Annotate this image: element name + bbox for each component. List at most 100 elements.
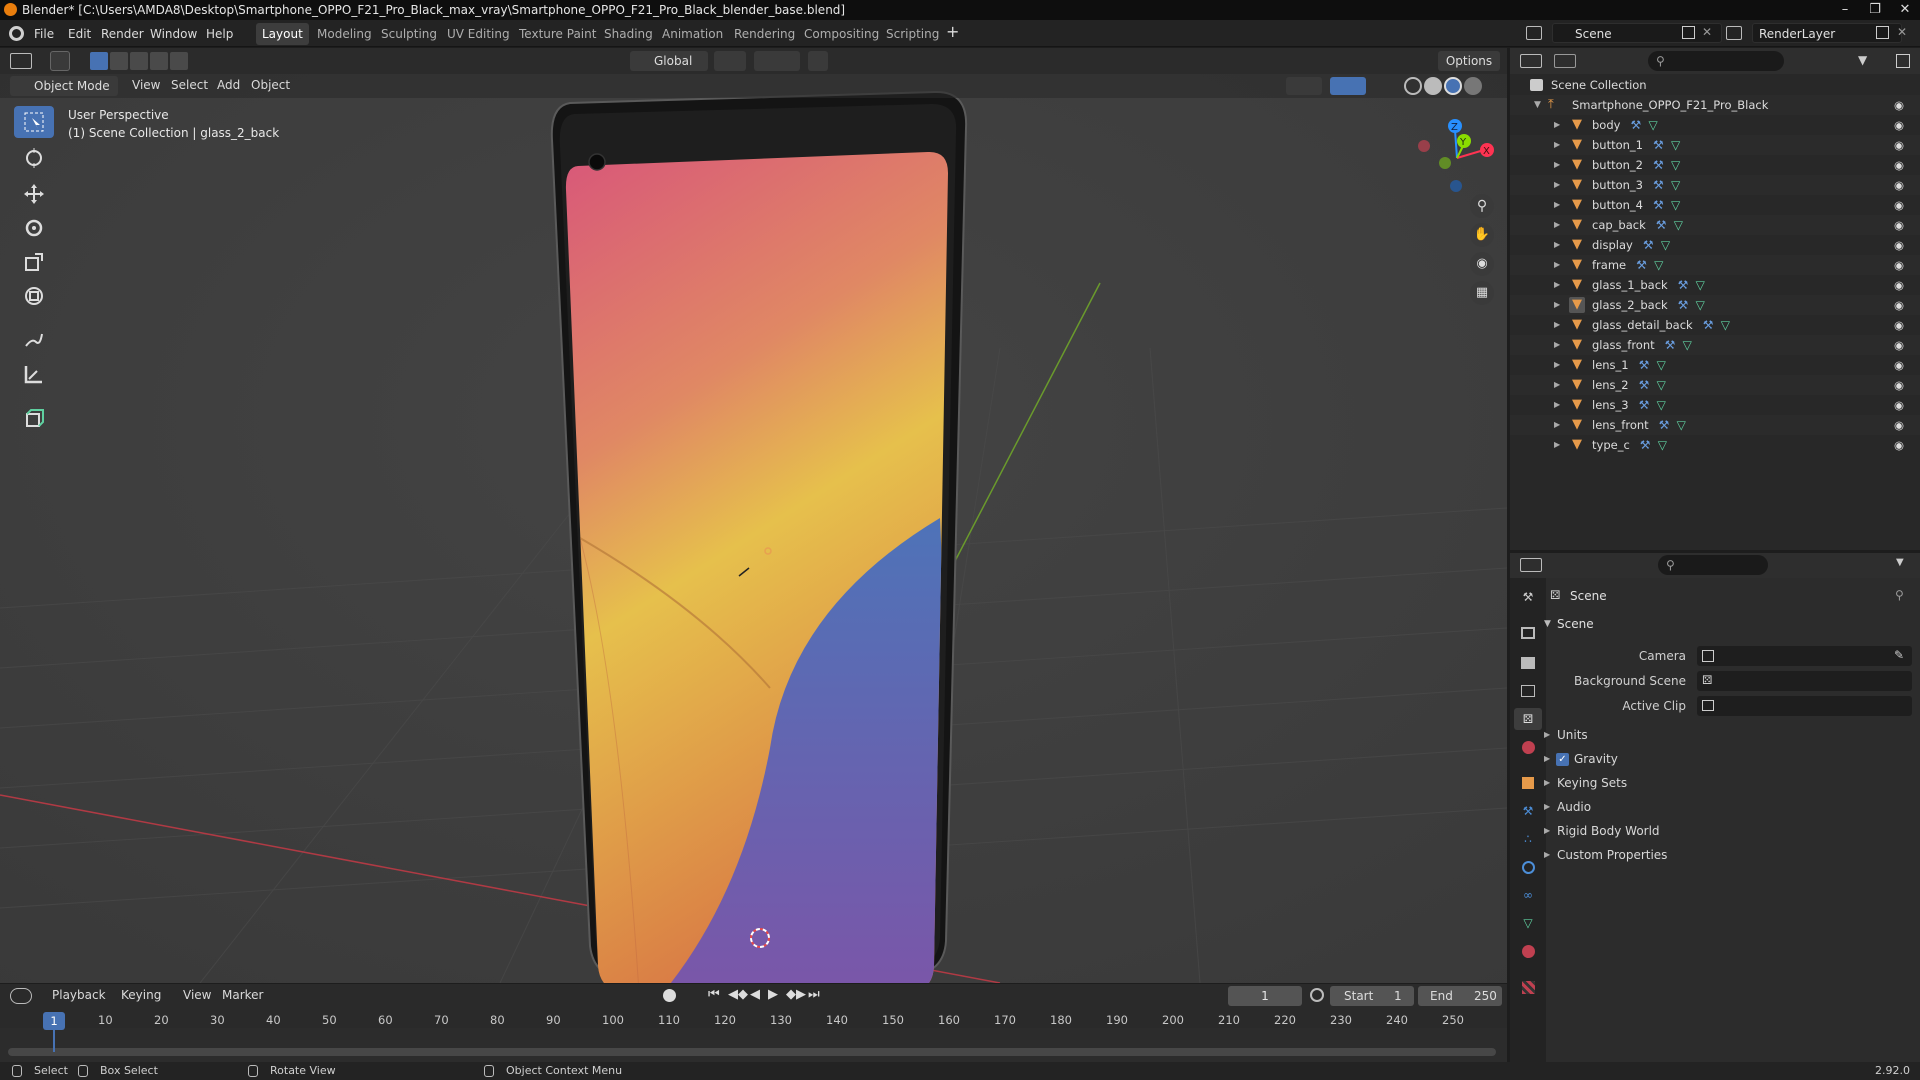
playhead-frame-indicator[interactable]: 1 — [43, 1012, 65, 1030]
modifier-wrench-icon[interactable]: ⚒ — [1653, 195, 1664, 215]
minimize-icon[interactable]: – — [1830, 0, 1860, 20]
mesh-data-icon[interactable]: ▽ — [1674, 215, 1683, 235]
rotate-tool[interactable] — [14, 212, 54, 244]
perspective-toggle-icon[interactable]: ▦ — [1470, 281, 1494, 305]
mesh-data-icon[interactable]: ▽ — [1683, 335, 1692, 355]
viewport-menu-object[interactable]: Object — [251, 78, 290, 92]
tab-rendering[interactable]: Rendering — [728, 23, 801, 45]
scene-field[interactable]: Scene — [1552, 23, 1722, 43]
mesh-data-icon[interactable]: ▽ — [1671, 175, 1680, 195]
visibility-eye-icon[interactable]: ◉ — [1894, 335, 1904, 355]
menu-render[interactable]: Render — [101, 25, 144, 43]
select-tool-icon[interactable] — [50, 51, 70, 71]
wireframe-shading-icon[interactable] — [1404, 77, 1422, 95]
outliner-row-object[interactable]: ▶ ▼ display ⚒ ▽ ◉ — [1510, 235, 1920, 255]
view-layer-icon[interactable] — [1726, 26, 1742, 40]
outliner-row-object[interactable]: ▶ ▼ button_2 ⚒ ▽ ◉ — [1510, 155, 1920, 175]
add-cube-tool[interactable] — [14, 402, 54, 434]
outliner-row-object[interactable]: ▶ ▼ button_4 ⚒ ▽ ◉ — [1510, 195, 1920, 215]
transform-orientation-dropdown[interactable]: Global — [630, 51, 708, 71]
outliner-row-object[interactable]: ▶ ▼ glass_1_back ⚒ ▽ ◉ — [1510, 275, 1920, 295]
tab-animation[interactable]: Animation — [656, 23, 729, 45]
outliner-row-object[interactable]: ▶ ▼ lens_front ⚒ ▽ ◉ — [1510, 415, 1920, 435]
modifier-wrench-icon[interactable]: ⚒ — [1703, 315, 1714, 335]
play-icon[interactable]: ▶ — [768, 987, 778, 1002]
camera-field[interactable] — [1697, 646, 1912, 666]
timeline-menu-playback[interactable]: Playback — [52, 988, 106, 1002]
outliner-row-object[interactable]: ▶ ▼ frame ⚒ ▽ ◉ — [1510, 255, 1920, 275]
jump-start-icon[interactable]: ⏮ — [708, 987, 720, 1002]
visibility-eye-icon[interactable]: ◉ — [1894, 235, 1904, 255]
use-preview-range-icon[interactable] — [1310, 988, 1324, 1002]
mesh-data-icon[interactable]: ▽ — [1696, 275, 1705, 295]
visibility-eye-icon[interactable]: ◉ — [1894, 415, 1904, 435]
mesh-data-icon[interactable]: ▽ — [1677, 415, 1686, 435]
delete-view-layer-icon[interactable]: ✕ — [1897, 25, 1907, 39]
navigation-gizmo[interactable]: Z Y X — [1412, 110, 1502, 200]
visibility-eye-icon[interactable]: ◉ — [1894, 95, 1904, 115]
annotate-tool[interactable] — [14, 324, 54, 356]
modifier-wrench-icon[interactable]: ⚒ — [1643, 235, 1654, 255]
expand-arrow-icon[interactable]: ▶ — [1554, 115, 1560, 135]
mesh-data-icon[interactable]: ▽ — [1654, 255, 1663, 275]
tab-sculpting[interactable]: Sculpting — [375, 23, 443, 45]
scene-panel-title[interactable]: Scene — [1557, 617, 1594, 631]
audio-section[interactable]: Audio — [1557, 800, 1591, 814]
outliner-row-collection[interactable]: ▼ ⤒ Smartphone_OPPO_F21_Pro_Black ◉ — [1510, 95, 1920, 115]
move-tool[interactable] — [14, 178, 54, 210]
outliner-row-object[interactable]: ▶ ▼ lens_3 ⚒ ▽ ◉ — [1510, 395, 1920, 415]
mesh-data-icon[interactable]: ▽ — [1671, 135, 1680, 155]
modifier-wrench-icon[interactable]: ⚒ — [1665, 335, 1676, 355]
modifier-wrench-icon[interactable]: ⚒ — [1639, 375, 1650, 395]
custom-properties-section[interactable]: Custom Properties — [1557, 848, 1667, 862]
outliner-row-object[interactable]: ▶ ▼ type_c ⚒ ▽ ◉ — [1510, 435, 1920, 455]
eyedropper-icon[interactable]: ✎ — [1894, 648, 1904, 662]
display-mode-icon[interactable] — [1554, 54, 1576, 68]
expand-arrow-icon[interactable]: ▶ — [1554, 395, 1560, 415]
outliner-row-scene-collection[interactable]: Scene Collection — [1510, 75, 1920, 95]
close-icon[interactable]: ✕ — [1890, 0, 1920, 20]
expand-arrow-icon[interactable]: ▶ — [1554, 355, 1560, 375]
outliner-row-object[interactable]: ▶ ▼ body ⚒ ▽ ◉ — [1510, 115, 1920, 135]
visibility-eye-icon[interactable]: ◉ — [1894, 435, 1904, 455]
custom-properties-expand-icon[interactable]: ▶ — [1544, 850, 1550, 859]
new-collection-icon[interactable] — [1896, 54, 1910, 68]
mesh-data-icon[interactable]: ▽ — [1671, 195, 1680, 215]
timeline-menu-marker[interactable]: Marker — [222, 988, 263, 1002]
expand-arrow-icon[interactable]: ▶ — [1554, 295, 1560, 315]
visibility-eye-icon[interactable]: ◉ — [1894, 315, 1904, 335]
render-tab-icon[interactable] — [1514, 622, 1542, 644]
material-preview-shading-icon[interactable] — [1444, 77, 1462, 95]
select-mode-intersect-icon[interactable] — [170, 52, 188, 70]
add-workspace-icon[interactable]: + — [946, 23, 959, 41]
mesh-data-icon[interactable]: ▽ — [1696, 295, 1705, 315]
mesh-data-icon[interactable]: ▽ — [1657, 395, 1666, 415]
properties-editor-type-icon[interactable] — [1520, 558, 1542, 572]
material-tab-icon[interactable] — [1514, 940, 1542, 962]
blender-menu-icon[interactable] — [9, 26, 24, 41]
expand-arrow-icon[interactable]: ▶ — [1554, 255, 1560, 275]
pan-hand-icon[interactable]: ✋ — [1470, 223, 1494, 247]
modifier-wrench-icon[interactable]: ⚒ — [1678, 275, 1689, 295]
zoom-icon[interactable]: ⚲ — [1470, 194, 1494, 218]
modifier-wrench-icon[interactable]: ⚒ — [1653, 155, 1664, 175]
select-mode-extend-icon[interactable] — [110, 52, 128, 70]
modifier-wrench-icon[interactable]: ⚒ — [1659, 415, 1670, 435]
new-scene-icon[interactable] — [1682, 26, 1695, 39]
particles-tab-icon[interactable]: ∴ — [1514, 828, 1542, 850]
audio-expand-icon[interactable]: ▶ — [1544, 802, 1550, 811]
tab-uv-editing[interactable]: UV Editing — [441, 23, 516, 45]
keying-sets-expand-icon[interactable]: ▶ — [1544, 778, 1550, 787]
outliner-row-object[interactable]: ▶ ▼ lens_1 ⚒ ▽ ◉ — [1510, 355, 1920, 375]
timeline-editor-type-icon[interactable] — [10, 988, 32, 1004]
visibility-eye-icon[interactable]: ◉ — [1894, 395, 1904, 415]
camera-view-icon[interactable]: ◉ — [1470, 252, 1494, 276]
modifier-wrench-icon[interactable]: ⚒ — [1639, 395, 1650, 415]
expand-arrow-icon[interactable]: ▶ — [1554, 135, 1560, 155]
modifier-wrench-icon[interactable]: ⚒ — [1630, 115, 1641, 135]
viewport-menu-select[interactable]: Select — [171, 78, 208, 92]
outliner-row-object[interactable]: ▶ ▼ button_1 ⚒ ▽ ◉ — [1510, 135, 1920, 155]
modifier-wrench-icon[interactable]: ⚒ — [1656, 215, 1667, 235]
outliner-row-object[interactable]: ▶ ▼ cap_back ⚒ ▽ ◉ — [1510, 215, 1920, 235]
mesh-data-icon[interactable]: ▽ — [1658, 435, 1667, 455]
